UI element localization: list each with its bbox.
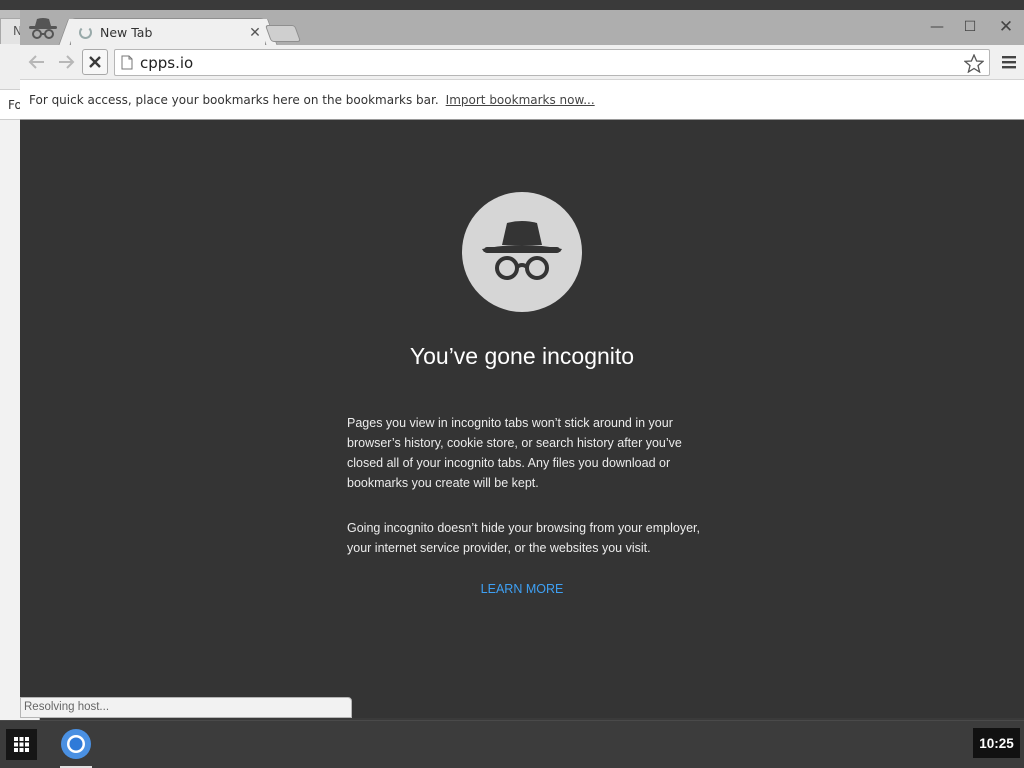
import-bookmarks-link[interactable]: Import bookmarks now... (446, 93, 595, 107)
chrome-app-button[interactable] (59, 727, 93, 761)
browser-window: New Tab ✕ — ☐ ✕ cpps.io For quick access… (20, 10, 1024, 718)
chrome-menu-button[interactable] (998, 51, 1020, 73)
back-button[interactable] (24, 49, 50, 75)
omnibox[interactable]: cpps.io (114, 49, 990, 76)
system-clock[interactable]: 10:25 (973, 728, 1020, 758)
status-bubble: Resolving host... (20, 697, 352, 718)
url-text[interactable]: cpps.io (140, 54, 989, 72)
stop-loading-button[interactable] (82, 49, 108, 75)
learn-more-link[interactable]: LEARN MORE (420, 582, 624, 596)
bookmarks-bar-message: For quick access, place your bookmarks h… (29, 92, 439, 107)
incognito-disclaimer: Going incognito doesn’t hide your browsi… (347, 521, 700, 555)
new-tab-button[interactable] (264, 25, 302, 42)
hamburger-menu-icon (1002, 56, 1016, 69)
stop-x-icon (89, 56, 101, 68)
tabstrip: New Tab ✕ — ☐ ✕ (20, 10, 1024, 46)
toolbar: cpps.io (20, 45, 1024, 80)
star-icon (964, 53, 984, 73)
bookmark-star-button[interactable] (963, 52, 985, 74)
window-close-button[interactable]: ✕ (994, 16, 1018, 38)
bookmarks-bar: For quick access, place your bookmarks h… (20, 80, 1024, 120)
forward-button[interactable] (53, 49, 79, 75)
tab-close-icon[interactable]: ✕ (247, 25, 263, 41)
incognito-page: You’ve gone incognito Pages you view in … (20, 120, 1024, 718)
loading-spinner-icon (79, 26, 92, 39)
incognito-badge-icon (22, 14, 64, 44)
chrome-logo-icon (61, 729, 91, 759)
page-icon (121, 55, 133, 70)
app-grid-icon (14, 737, 29, 752)
page-title: You’ve gone incognito (409, 343, 635, 369)
forward-arrow-icon (59, 55, 75, 69)
app-launcher-button[interactable] (6, 729, 37, 760)
minimize-button[interactable]: — (925, 16, 949, 38)
tab-new-tab[interactable]: New Tab ✕ (70, 18, 266, 46)
incognito-description: Pages you view in incognito tabs won’t s… (347, 416, 682, 490)
shelf: 10:25 (0, 720, 1024, 768)
tab-title: New Tab (100, 25, 153, 40)
incognito-avatar-icon (462, 192, 582, 312)
maximize-button[interactable]: ☐ (958, 16, 982, 38)
back-arrow-icon (28, 55, 44, 69)
